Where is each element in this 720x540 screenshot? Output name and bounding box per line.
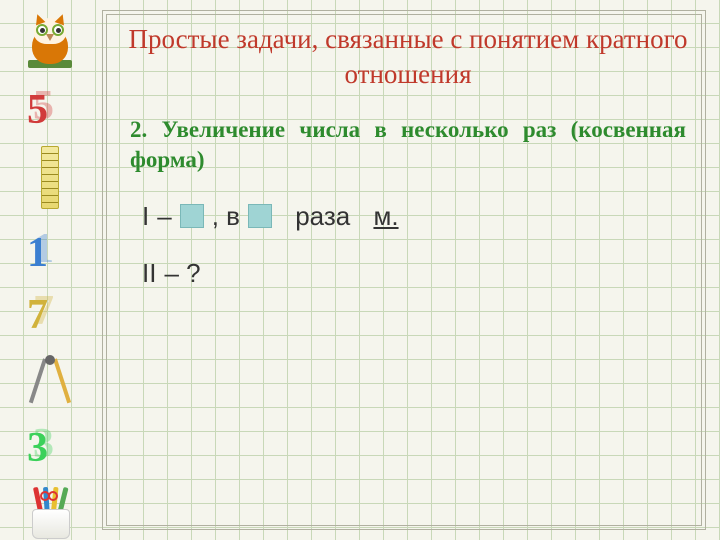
decorative-sidebar: 55 11 77 33 xyxy=(0,0,100,540)
dash: – xyxy=(157,201,171,232)
m-underlined: м. xyxy=(373,201,398,232)
number-card-1: 11 xyxy=(21,227,79,271)
placeholder-box-icon xyxy=(248,204,272,228)
number-card-3: 33 xyxy=(21,422,79,466)
owl-icon xyxy=(22,12,78,66)
roman-one: I xyxy=(142,201,149,232)
pencil-cup-icon xyxy=(22,485,78,540)
number-card-7: 77 xyxy=(21,289,79,333)
placeholder-box-icon xyxy=(180,204,204,228)
ruler-icon xyxy=(41,146,59,209)
compass-icon xyxy=(25,351,75,405)
roman-two: II xyxy=(142,258,156,289)
dash-question: – ? xyxy=(164,258,200,289)
slide-title: Простые задачи, связанные с понятием кра… xyxy=(120,22,696,91)
problem-type-heading: 2. Увеличение числа в несколько раз (кос… xyxy=(130,115,686,175)
raza-word: раза xyxy=(295,201,350,232)
comma-v: , в xyxy=(212,201,240,232)
problem-line-1: I– , в раза м. xyxy=(142,201,696,232)
number-card-5: 55 xyxy=(21,84,79,128)
slide-content: Простые задачи, связанные с понятием кра… xyxy=(120,22,696,289)
problem-line-2: II – ? xyxy=(142,258,696,289)
